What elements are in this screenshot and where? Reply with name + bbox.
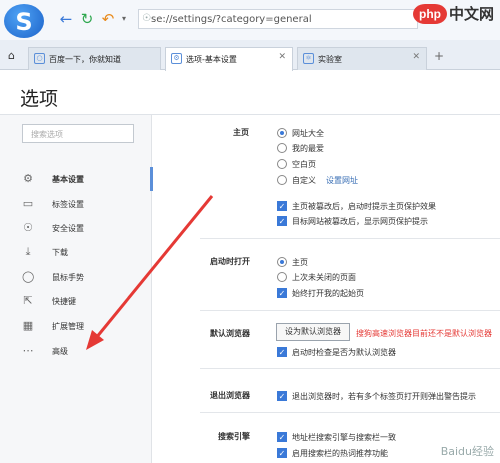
annotation-arrow (86, 195, 214, 350)
browser-window: S ← ↻ ↶ ▾ ☉ se://settings/?category=gene… (0, 0, 500, 463)
baidu-watermark: Baidu经验 (440, 445, 494, 458)
arrow-shaft (94, 195, 214, 339)
